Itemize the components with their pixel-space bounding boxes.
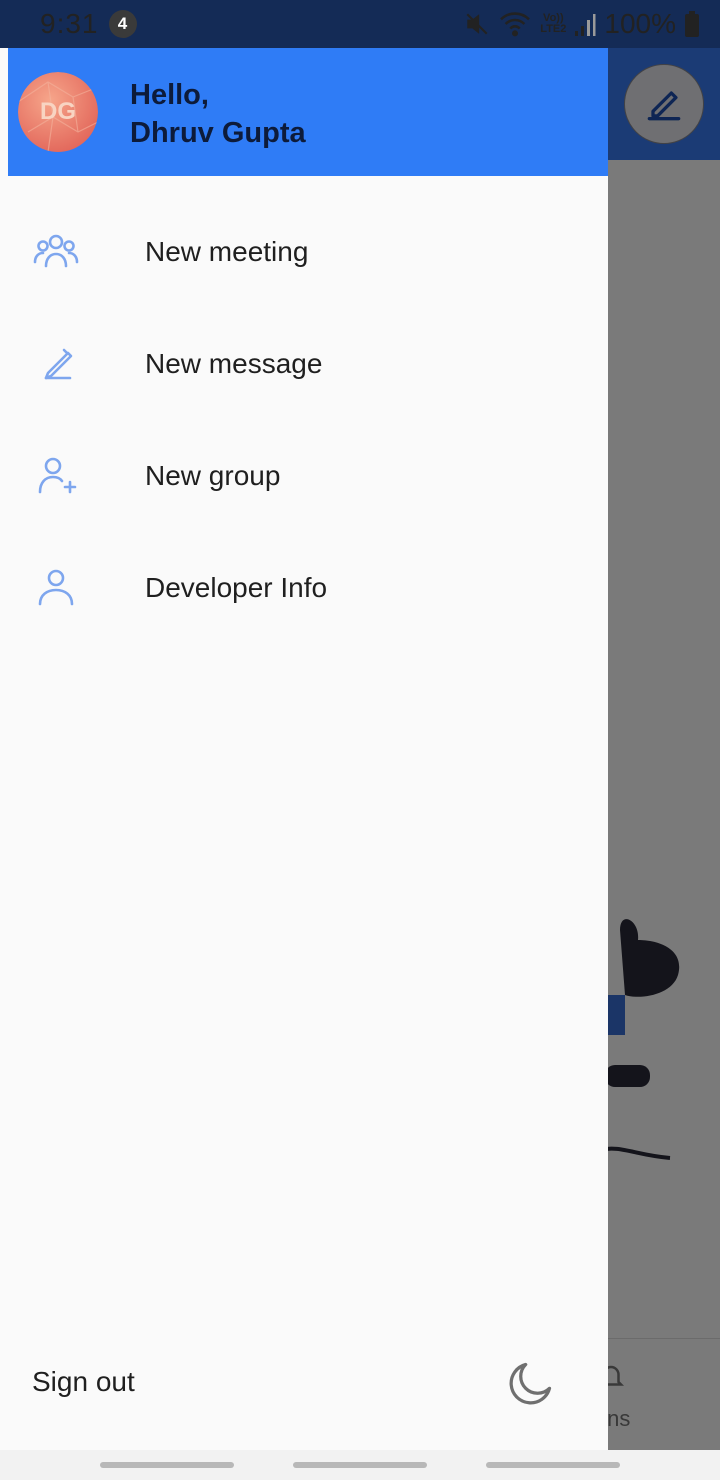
navigation-gesture-bar xyxy=(0,1450,720,1480)
back-gesture-hint[interactable] xyxy=(486,1462,621,1468)
menu-item-new-meeting[interactable]: New meeting xyxy=(8,196,608,308)
menu-label-new-group: New group xyxy=(145,460,281,491)
network-type: Vo)) LTE2 xyxy=(540,13,566,35)
sign-out-button[interactable]: Sign out xyxy=(32,1366,135,1398)
drawer-menu: New meeting New message New group Develo… xyxy=(8,196,608,644)
drawer-footer: Sign out xyxy=(8,1338,608,1450)
signal-icon xyxy=(575,14,596,36)
wifi-icon xyxy=(500,12,531,37)
menu-label-developer-info: Developer Info xyxy=(145,572,328,603)
status-time: 9:31 xyxy=(40,8,99,39)
person-icon xyxy=(38,569,74,606)
group-icon xyxy=(33,234,79,268)
pencil-icon xyxy=(44,348,73,380)
moon-icon[interactable] xyxy=(504,1358,556,1410)
greeting: Hello, Dhruv Gupta xyxy=(130,76,306,152)
user-name: Dhruv Gupta xyxy=(130,117,306,149)
add-person-icon xyxy=(38,457,77,494)
status-icons: Vo)) LTE2 100% xyxy=(464,8,700,40)
notification-count-badge: 4 xyxy=(108,10,137,38)
battery-percent: 100% xyxy=(604,8,676,39)
avatar-initials: DG xyxy=(40,98,76,125)
home-gesture-hint[interactable] xyxy=(292,1462,427,1468)
recents-gesture-hint[interactable] xyxy=(99,1462,234,1468)
greeting-hello: Hello, xyxy=(130,79,209,111)
status-bar: 9:31 4 Vo)) LTE2 100% xyxy=(0,0,720,48)
menu-label-new-message: New message xyxy=(145,348,323,379)
battery-icon xyxy=(685,11,699,37)
menu-item-new-group[interactable]: New group xyxy=(8,420,608,532)
menu-item-new-message[interactable]: New message xyxy=(8,308,608,420)
menu-label-new-meeting: New meeting xyxy=(145,236,309,267)
lte-label: LTE2 xyxy=(540,23,567,35)
menu-item-developer-info[interactable]: Developer Info xyxy=(8,532,608,644)
mute-icon xyxy=(466,13,488,35)
drawer-header: DG Hello, Dhruv Gupta xyxy=(8,48,608,176)
navigation-drawer: DG Hello, Dhruv Gupta New meeting New me… xyxy=(0,48,608,1450)
avatar[interactable]: DG xyxy=(18,72,98,152)
